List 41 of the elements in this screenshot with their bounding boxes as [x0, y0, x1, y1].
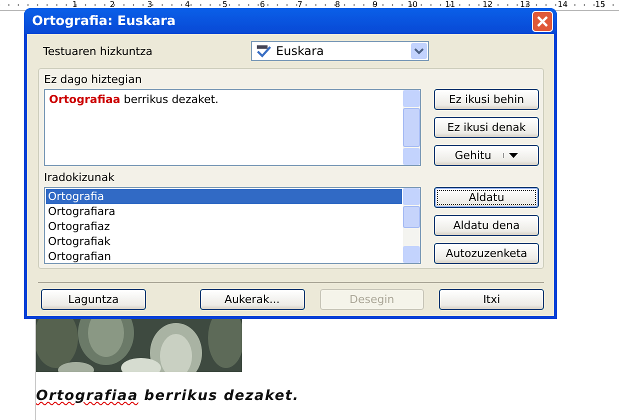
split-button[interactable]: Gehitu [434, 145, 539, 166]
document-text: Ortografiaa berrikus dezaket. [36, 388, 300, 404]
close-icon[interactable] [532, 10, 553, 32]
language-dropdown[interactable]: Euskara [251, 41, 429, 61]
dialog-button[interactable]: Laguntza [41, 289, 146, 310]
suggestion-item[interactable]: Ortografia [46, 189, 402, 204]
ruler-number: 10 [406, 0, 419, 10]
ruler-number: 12 [482, 0, 494, 10]
sentence-field[interactable]: Ortografiaa berrikus dezaket. [44, 89, 421, 166]
ruler-number: 7 [296, 0, 304, 10]
caret-icon[interactable] [503, 153, 518, 158]
section-label: Iradokizunak [44, 171, 116, 184]
action-button[interactable]: Ez ikusi denak [434, 117, 539, 138]
dialog-button[interactable]: Aukerak... [200, 289, 304, 310]
ruler-number: 9 [371, 0, 379, 10]
language-label: Testuaren hizkuntza [43, 44, 154, 58]
suggestion-item[interactable]: Ortografiara [46, 204, 402, 219]
ruler-number: 11 [444, 0, 456, 10]
window-title: Ortografia: Euskara [32, 14, 176, 28]
action-button[interactable]: Autozuzenketa [434, 243, 539, 264]
scrollbar[interactable] [403, 188, 420, 263]
ruler-number: 5 [221, 0, 228, 10]
ruler-number: 3 [146, 0, 154, 10]
action-button[interactable]: Ez ikusi behin [434, 89, 539, 110]
spellcheck-icon [256, 44, 272, 58]
dialog-button[interactable]: Itxi [439, 289, 544, 310]
suggestion-item[interactable]: Ortografiak [46, 234, 402, 249]
ruler-number: 4 [184, 0, 191, 10]
ruler-number: 2 [108, 0, 116, 10]
suggestion-item[interactable]: Ortografian [46, 249, 402, 264]
action-button[interactable]: Aldatu [434, 187, 539, 208]
ruler-number: 13 [519, 0, 532, 10]
action-button[interactable]: Aldatu dena [434, 215, 539, 236]
scrollbar[interactable] [403, 90, 420, 165]
ruler-number: 1 [71, 0, 78, 10]
section-label: Ez dago hiztegian [44, 73, 143, 86]
ruler-number: 14 [556, 0, 569, 10]
ruler-number: 15 [594, 0, 606, 10]
ruler-number: 8 [334, 0, 342, 10]
suggestion-item[interactable]: Ortografiaz [46, 219, 402, 234]
ruler-number: 6 [258, 0, 266, 10]
